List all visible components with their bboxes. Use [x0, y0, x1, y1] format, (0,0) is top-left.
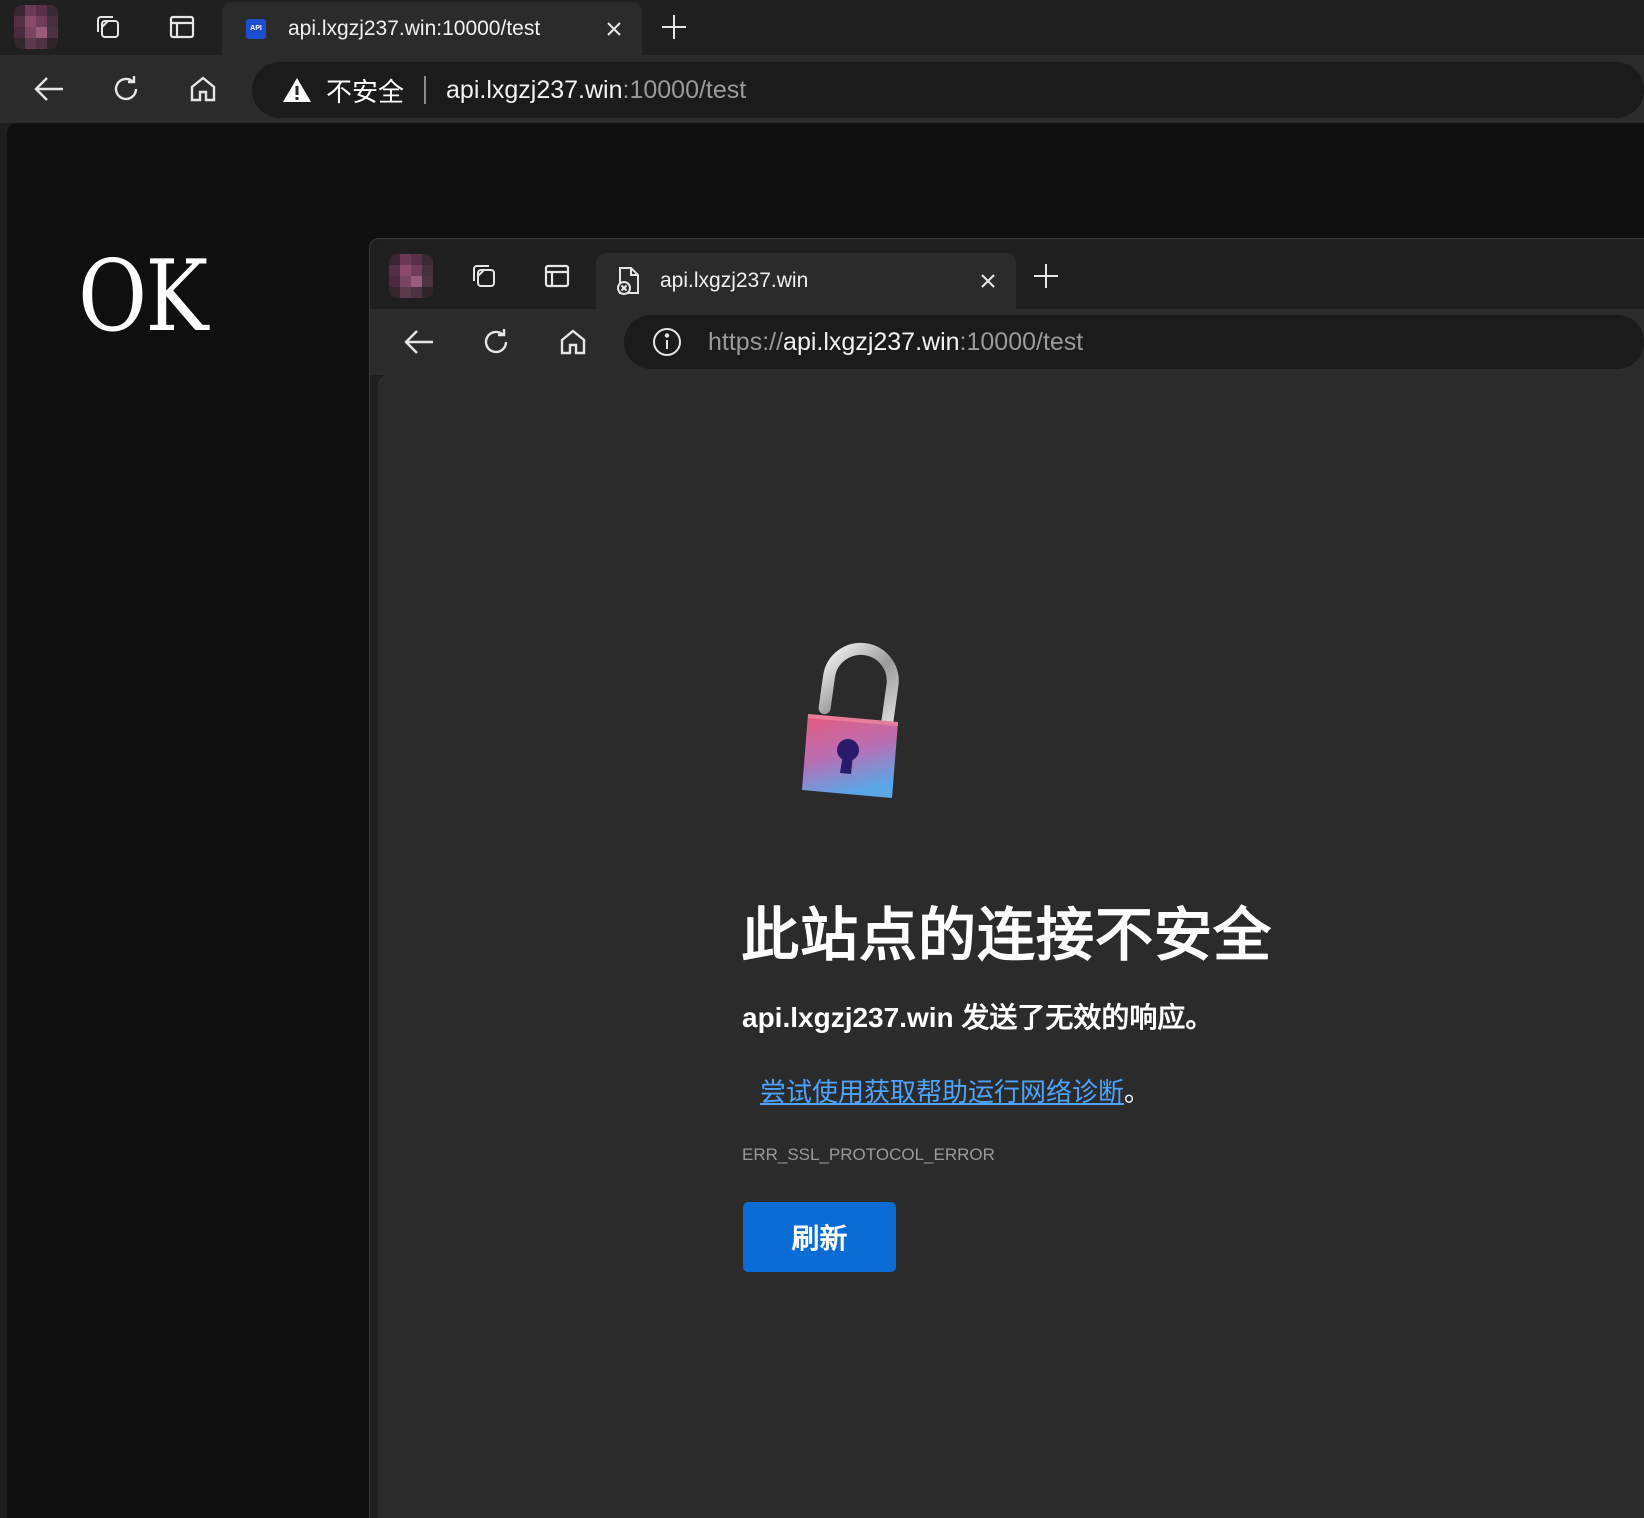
url-path: :10000/test [622, 75, 747, 104]
outer-url[interactable]: api.lxgzj237.win:10000/test [446, 76, 746, 105]
new-tab-icon[interactable] [650, 3, 698, 51]
url-host: api.lxgzj237.win [783, 327, 960, 356]
inner-url[interactable]: https://api.lxgzj237.win:10000/test [708, 328, 1083, 357]
error-description: api.lxgzj237.win 发送了无效的响应。 [742, 1002, 1214, 1033]
inner-tab-title: api.lxgzj237.win [660, 269, 809, 292]
profile-avatar[interactable] [14, 5, 58, 49]
diagnostics-suggestion: 尝试使用获取帮助运行网络诊断。 [760, 1072, 1150, 1109]
close-icon[interactable] [598, 13, 630, 45]
outer-tab-bar: API api.lxgzj237.win:10000/test [0, 0, 1644, 55]
workspaces-icon[interactable] [460, 252, 508, 300]
api-favicon-icon: API [246, 18, 266, 39]
workspaces-icon[interactable] [84, 3, 132, 51]
outer-toolbar: 不安全 api.lxgzj237.win:10000/test [0, 55, 1644, 123]
outer-address-bar[interactable]: 不安全 api.lxgzj237.win:10000/test [252, 62, 1644, 118]
back-icon[interactable] [391, 314, 447, 370]
page-ok-text: OK [78, 240, 208, 354]
link-suffix: 。 [1124, 1077, 1151, 1107]
outer-tab-title: api.lxgzj237.win:10000/test [288, 16, 541, 40]
refresh-button[interactable]: 刷新 [743, 1202, 896, 1272]
inner-toolbar: https://api.lxgzj237.win:10000/test [370, 309, 1644, 375]
refresh-icon[interactable] [98, 61, 154, 117]
url-scheme: https:// [708, 327, 784, 356]
network-diagnostics-link[interactable]: 尝试使用获取帮助运行网络诊断 [760, 1077, 1124, 1107]
home-icon[interactable] [545, 314, 601, 370]
tab-actions-icon[interactable] [158, 3, 206, 51]
profile-avatar[interactable] [389, 254, 433, 298]
new-tab-icon[interactable] [1022, 252, 1070, 300]
info-icon[interactable] [652, 327, 682, 357]
inner-tab-bar: api.lxgzj237.win [370, 240, 1644, 309]
back-icon[interactable] [21, 61, 77, 117]
close-icon[interactable] [972, 265, 1004, 297]
refresh-icon[interactable] [468, 314, 524, 370]
open-padlock-icon [788, 640, 918, 810]
error-code: ERR_SSL_PROTOCOL_ERROR [742, 1145, 995, 1164]
tab-actions-icon[interactable] [533, 252, 581, 300]
outer-active-tab[interactable]: API api.lxgzj237.win:10000/test [222, 2, 642, 55]
inner-address-bar[interactable]: https://api.lxgzj237.win:10000/test [624, 315, 1644, 369]
address-divider [424, 76, 427, 104]
url-host: api.lxgzj237.win [446, 75, 623, 104]
error-document-icon [614, 266, 642, 296]
error-title: 此站点的连接不安全 [741, 903, 1273, 968]
url-path: :10000/test [959, 327, 1084, 356]
warning-icon[interactable] [282, 76, 312, 104]
security-label[interactable]: 不安全 [326, 72, 404, 109]
inner-active-tab[interactable]: api.lxgzj237.win [596, 253, 1016, 309]
home-icon[interactable] [175, 61, 231, 117]
